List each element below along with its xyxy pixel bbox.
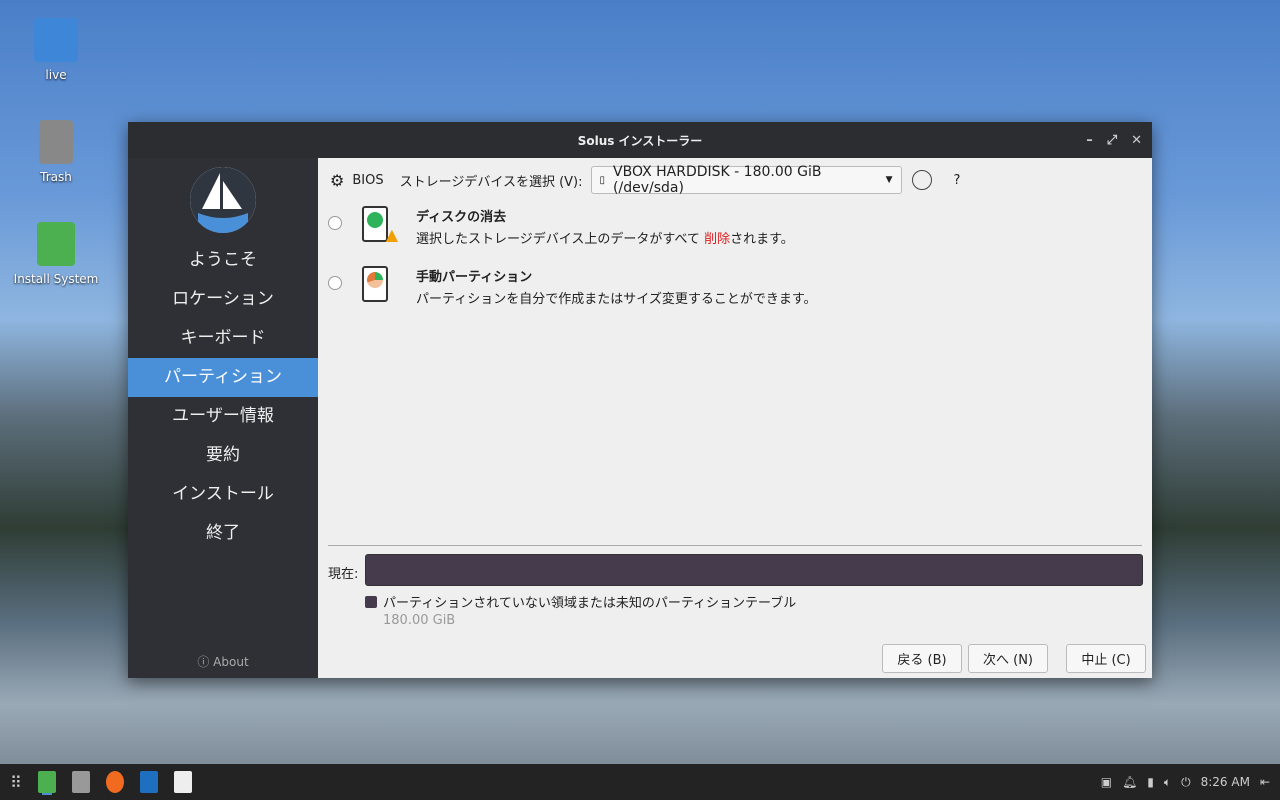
solus-logo-icon bbox=[190, 167, 256, 233]
storage-label: ストレージデバイスを選択 (V): bbox=[399, 174, 583, 190]
option-desc: 選択したストレージデバイス上のデータがすべて bbox=[416, 232, 705, 247]
divider bbox=[328, 545, 1142, 546]
close-button[interactable]: ✕ bbox=[1131, 133, 1142, 148]
logout-icon[interactable]: ⇤ bbox=[1260, 775, 1270, 789]
desktop-icon-label: Trash bbox=[40, 170, 72, 184]
title-bar[interactable]: Solus インストーラー – ⤢ ✕ bbox=[128, 122, 1152, 158]
sidebar-item-summary[interactable]: 要約 bbox=[128, 436, 318, 475]
sidebar-item-partition[interactable]: パーティション bbox=[128, 358, 318, 397]
sidebar-item-user[interactable]: ユーザー情報 bbox=[128, 397, 318, 436]
delete-highlight: 削除 bbox=[704, 232, 731, 247]
power-icon[interactable]: ⏻ bbox=[1181, 775, 1191, 790]
window-title: Solus インストーラー bbox=[577, 133, 703, 148]
next-button[interactable]: 次へ (N) bbox=[968, 644, 1048, 673]
files-icon[interactable] bbox=[71, 771, 90, 793]
option-erase-disk[interactable]: ▲ ディスクの消去 選択したストレージデバイス上のデータがすべて 削除されます。 bbox=[328, 206, 794, 247]
firefox-icon[interactable] bbox=[105, 771, 124, 793]
sidebar-item-keyboard[interactable]: キーボード bbox=[128, 319, 318, 358]
drive-icon: ▯ bbox=[599, 174, 606, 186]
media-player-icon[interactable] bbox=[139, 771, 158, 793]
chevron-down-icon: ▼ bbox=[885, 175, 893, 185]
partition-legend: パーティションされていない領域または未知のパーティションテーブル bbox=[365, 592, 796, 611]
taskbar: ⠿ ▣ 🔔︎ ▮ 🔈︎ ⏻ 8:26 AM ⇤ bbox=[0, 764, 1280, 800]
sidebar-item-welcome[interactable]: ようこそ bbox=[128, 241, 318, 280]
current-label: 現在: bbox=[328, 567, 359, 582]
boot-mode-label: BIOS bbox=[352, 172, 384, 188]
boot-mode-icon: ⚙ bbox=[330, 170, 345, 190]
storage-device-select[interactable]: ▯ VBOX HARDDISK - 180.00 GiB (/dev/sda) … bbox=[590, 164, 902, 196]
installer-window: Solus インストーラー – ⤢ ✕ ようこそ ロケーション キーボード パー… bbox=[128, 122, 1152, 678]
desktop-icon-label: live bbox=[45, 68, 67, 82]
minimize-button[interactable]: – bbox=[1086, 133, 1093, 148]
refresh-button[interactable] bbox=[911, 170, 932, 190]
option-title: ディスクの消去 bbox=[416, 210, 507, 225]
network-icon[interactable]: ▣ bbox=[1101, 775, 1112, 789]
about-link[interactable]: ⓘ About bbox=[128, 653, 318, 670]
sidebar-item-finish[interactable]: 終了 bbox=[128, 514, 318, 553]
legend-swatch bbox=[365, 595, 377, 608]
help-button[interactable]: ? bbox=[954, 173, 961, 188]
legend-label: パーティションされていない領域または未知のパーティションテーブル bbox=[383, 596, 797, 611]
desktop-icon-live[interactable]: live bbox=[11, 18, 101, 82]
desktop-icon-label: Install System bbox=[13, 272, 99, 286]
disk-warning-icon: ▲ bbox=[362, 206, 398, 244]
partition-bar bbox=[365, 554, 1143, 586]
option-desc-end: されます。 bbox=[730, 232, 794, 247]
desktop-icon-trash[interactable]: Trash bbox=[11, 120, 101, 184]
disk-partition-icon bbox=[362, 266, 388, 302]
back-button[interactable]: 戻る (B) bbox=[882, 644, 962, 673]
installer-task-icon[interactable] bbox=[37, 771, 56, 793]
trash-icon bbox=[39, 120, 73, 164]
sidebar-item-install[interactable]: インストール bbox=[128, 475, 318, 514]
option-desc: パーティションを自分で作成またはサイズ変更することができます。 bbox=[416, 292, 817, 307]
desktop-icon-install-system[interactable]: Install System bbox=[11, 222, 101, 286]
volume-icon[interactable]: 🔈︎ bbox=[1164, 775, 1171, 790]
about-label: About bbox=[213, 655, 249, 669]
battery-icon[interactable]: ▮ bbox=[1147, 775, 1154, 789]
partition-page: ⚙ BIOS ストレージデバイスを選択 (V): ▯ VBOX HARDDISK… bbox=[318, 158, 1152, 678]
storage-device-value: VBOX HARDDISK - 180.00 GiB (/dev/sda) bbox=[613, 164, 822, 196]
maximize-button[interactable]: ⤢ bbox=[1107, 133, 1117, 148]
sidebar: ようこそ ロケーション キーボード パーティション ユーザー情報 要約 インスト… bbox=[128, 158, 318, 678]
cancel-button[interactable]: 中止 (C) bbox=[1066, 644, 1146, 673]
home-folder-icon bbox=[34, 18, 78, 62]
option-manual-partition[interactable]: 手動パーティション パーティションを自分で作成またはサイズ変更することができます… bbox=[328, 266, 817, 307]
install-icon bbox=[37, 222, 75, 266]
option-title: 手動パーティション bbox=[416, 270, 533, 285]
info-icon: ⓘ bbox=[197, 655, 214, 669]
speaker-app-icon[interactable] bbox=[173, 771, 192, 793]
clock[interactable]: 8:26 AM bbox=[1201, 775, 1250, 789]
app-menu-icon[interactable]: ⠿ bbox=[10, 773, 22, 792]
notification-icon[interactable]: 🔔︎ bbox=[1122, 775, 1137, 789]
erase-disk-radio[interactable] bbox=[328, 216, 342, 230]
legend-size: 180.00 GiB bbox=[383, 613, 456, 628]
manual-partition-radio[interactable] bbox=[328, 276, 342, 290]
sidebar-item-location[interactable]: ロケーション bbox=[128, 280, 318, 319]
